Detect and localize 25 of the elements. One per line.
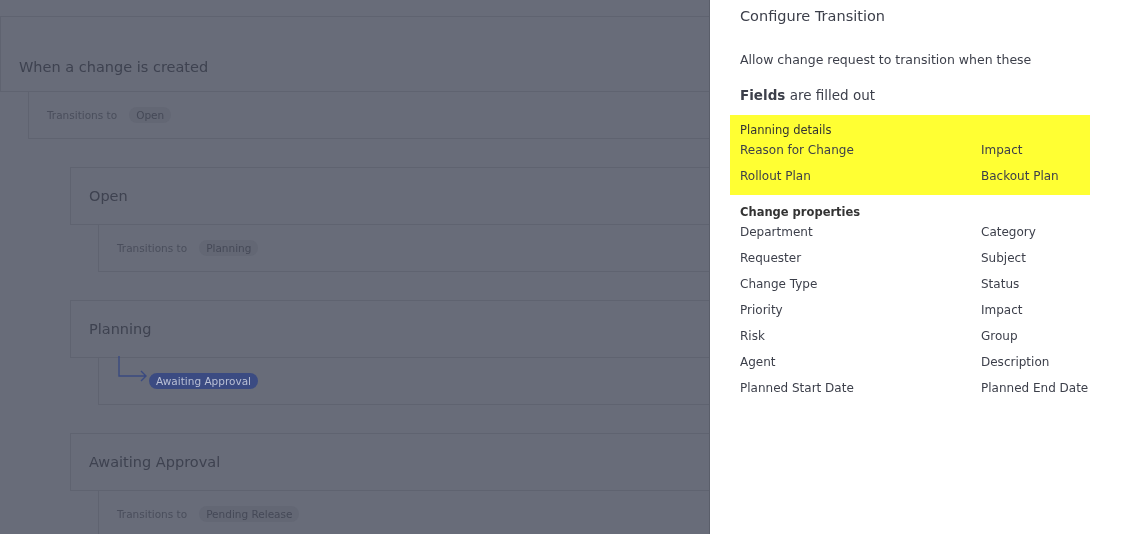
field-name[interactable]: Planned Start Date (740, 375, 981, 401)
field-name[interactable]: Impact (981, 297, 1101, 323)
field-name[interactable]: Priority (740, 297, 981, 323)
state-chip[interactable]: Awaiting Approval (149, 373, 258, 389)
field-name[interactable]: Risk (740, 323, 981, 349)
description-text: Allow change request to transition when these (740, 52, 1033, 67)
panel-title: Configure Transition (740, 8, 886, 24)
section-title: Change properties (740, 205, 862, 219)
field-name[interactable]: Agent (740, 349, 981, 375)
field-name[interactable]: Change Type (740, 271, 981, 297)
arrow-icon (117, 356, 149, 382)
field-name[interactable]: Department (740, 219, 981, 245)
field-name[interactable]: Planned End Date (981, 375, 1101, 401)
field-name[interactable]: Impact (981, 137, 1101, 163)
field-name[interactable]: Reason for Change (740, 137, 981, 163)
field-name[interactable]: Status (981, 271, 1101, 297)
field-name[interactable]: Description (981, 349, 1101, 375)
field-name[interactable]: Subject (981, 245, 1101, 271)
condition-text: Fields are filled out (740, 87, 877, 103)
field-name[interactable]: Backout Plan (981, 163, 1101, 189)
field-name[interactable]: Rollout Plan (740, 163, 981, 189)
field-name[interactable]: Group (981, 323, 1101, 349)
section-title: Planning details (740, 123, 833, 137)
field-name[interactable]: Category (981, 219, 1101, 245)
field-name[interactable]: Requester (740, 245, 981, 271)
